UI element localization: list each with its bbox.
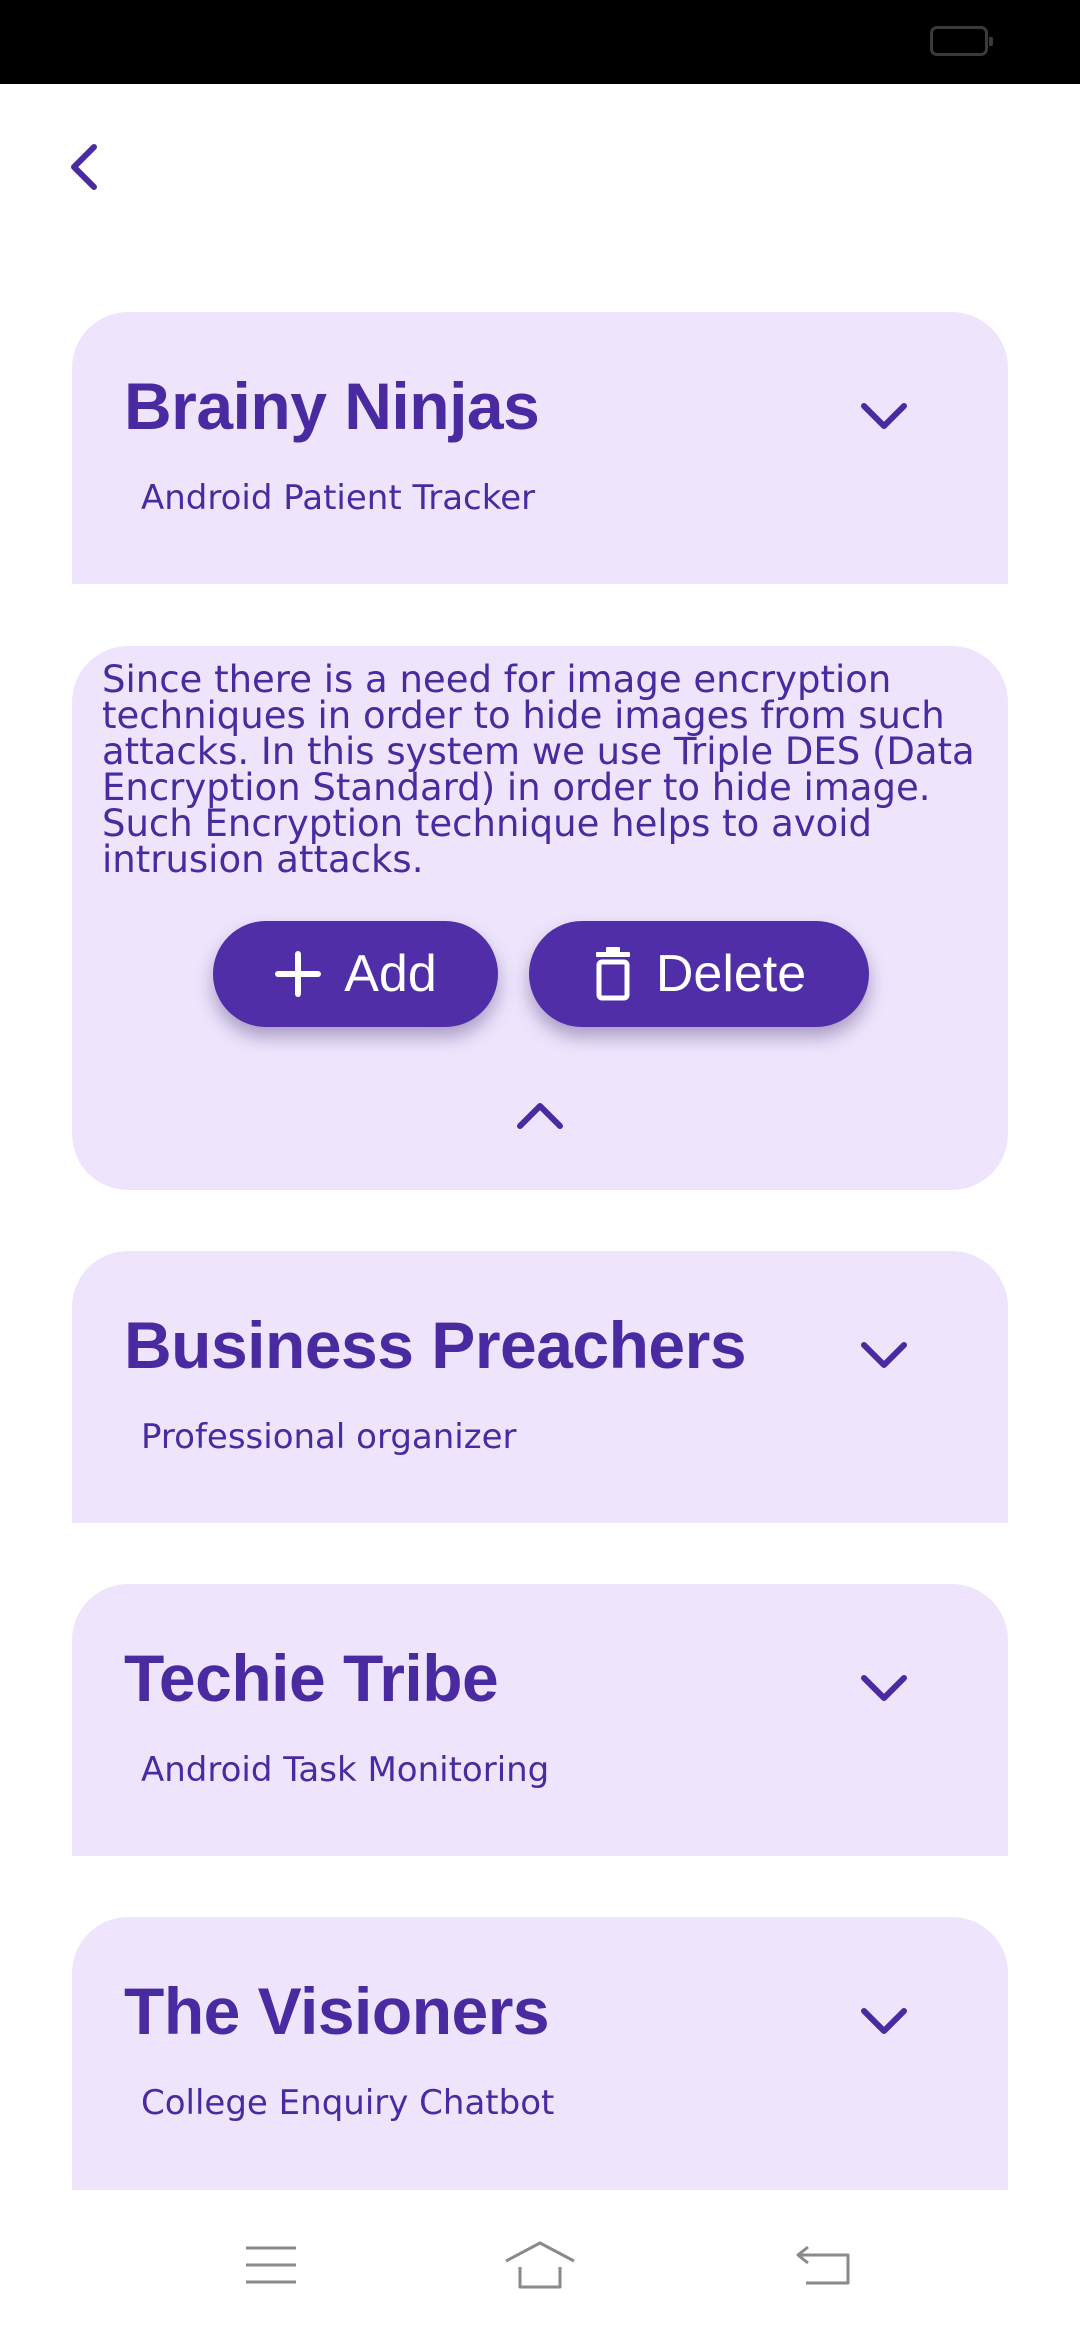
add-button[interactable]: Add (213, 921, 498, 1027)
expand-button[interactable] (848, 1989, 920, 2053)
project-description: Since there is a need for image encrypti… (102, 658, 975, 881)
team-name: Brainy Ninjas (124, 369, 540, 443)
team-details-panel: Since there is a need for image encrypti… (72, 646, 1008, 1190)
expand-button[interactable] (848, 1656, 920, 1720)
team-name: Business Preachers (124, 1308, 747, 1382)
team-name: Techie Tribe (124, 1641, 499, 1715)
chevron-down-icon (861, 1342, 907, 1368)
status-bar (0, 0, 1080, 84)
trash-icon (592, 946, 634, 1002)
menu-icon (246, 2246, 296, 2284)
battery-icon (930, 26, 993, 56)
home-icon (505, 2241, 575, 2289)
chevron-left-icon (71, 144, 97, 190)
delete-button[interactable]: Delete (529, 921, 869, 1027)
team-project: Android Patient Tracker (141, 478, 536, 518)
plus-icon (274, 950, 322, 998)
system-nav-bar (0, 2190, 1080, 2340)
expand-button[interactable] (848, 384, 920, 448)
team-name: The Visioners (124, 1974, 550, 2048)
team-card[interactable]: Business Preachers Professional organize… (72, 1251, 1008, 1523)
collapse-button[interactable] (502, 1086, 578, 1146)
expand-button[interactable] (848, 1323, 920, 1387)
team-card[interactable]: Brainy Ninjas Android Patient Tracker (72, 312, 1008, 584)
chevron-up-icon (517, 1103, 563, 1129)
team-project: Android Task Monitoring (141, 1750, 550, 1790)
chevron-down-icon (861, 1675, 907, 1701)
nav-back-button[interactable] (779, 2230, 869, 2300)
chevron-down-icon (861, 2008, 907, 2034)
team-card[interactable]: Techie Tribe Android Task Monitoring (72, 1584, 1008, 1856)
back-icon (796, 2245, 850, 2285)
team-project: College Enquiry Chatbot (141, 2083, 555, 2123)
chevron-down-icon (861, 403, 907, 429)
delete-label: Delete (655, 945, 807, 1003)
team-project: Professional organizer (141, 1417, 517, 1457)
add-label: Add (344, 945, 437, 1003)
team-card[interactable]: The Visioners College Enquiry Chatbot (72, 1917, 1008, 2190)
nav-home-button[interactable] (495, 2230, 585, 2300)
back-button[interactable] (56, 135, 112, 199)
nav-menu-button[interactable] (226, 2230, 316, 2300)
